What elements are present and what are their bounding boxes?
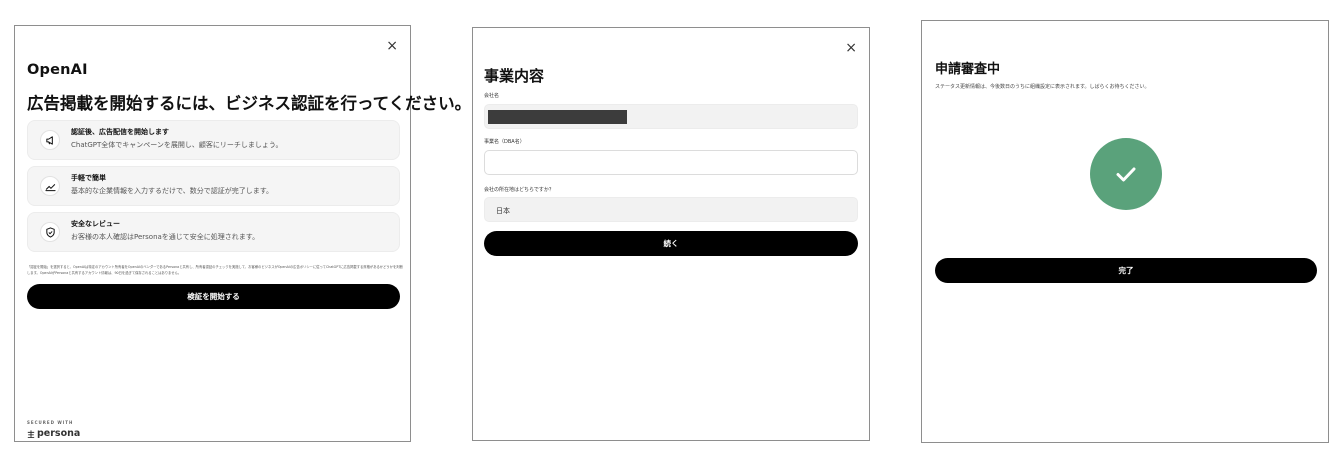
feature-desc: 基本的な企業情報を入力するだけで、数分で認証が完了します。	[71, 187, 274, 195]
company-name-label: 会社名	[484, 93, 500, 99]
feature-card-secure: 安全なレビュー お客様の本人確認はPersonaを通じて安全に処理されます。	[27, 212, 400, 252]
country-field[interactable]: 日本	[484, 197, 858, 222]
verification-intro-panel: × OpenAI 広告掲載を開始するには、ビジネス認証を行ってください。 認証後…	[14, 25, 472, 442]
country-label: 会社の所在地はどちらですか？	[484, 187, 554, 193]
start-verification-button[interactable]: 検証を開始する	[27, 284, 400, 309]
continue-button[interactable]: 続く	[484, 231, 858, 256]
megaphone-icon	[40, 130, 60, 150]
feature-card-ads: 認証後、広告配信を開始します ChatGPT全体でキャンペーンを展開し、顧客にリ…	[27, 120, 400, 160]
checkmark-icon	[1090, 138, 1162, 210]
page-title: 広告掲載を開始するには、ビジネス認証を行ってください。	[27, 94, 472, 113]
review-pending-panel: 申請審査中 ステータス更新情報は、今後数日のうちに組織設定に表示されます。しばら…	[921, 20, 1329, 443]
feature-desc: お客様の本人確認はPersonaを通じて安全に処理されます。	[71, 233, 260, 241]
business-details-panel: × 事業内容 会社名 事業名（DBA名） 会社の所在地はどちらですか？ 日本 続…	[472, 27, 870, 441]
close-icon[interactable]: ×	[845, 41, 857, 55]
dba-name-field[interactable]	[484, 150, 858, 175]
feature-card-easy: 手軽で簡単 基本的な企業情報を入力するだけで、数分で認証が完了します。	[27, 166, 400, 206]
company-name-field[interactable]	[484, 104, 858, 129]
close-icon[interactable]: ×	[386, 39, 398, 53]
feature-title: 手軽で簡単	[71, 174, 106, 182]
shield-check-icon	[40, 222, 60, 242]
page-title: 事業内容	[484, 67, 545, 85]
redacted-value	[488, 110, 627, 124]
page-title: 申請審査中	[935, 62, 1001, 77]
consent-disclaimer: 「認証を開始」を選択すると、OpenAIは特定のアカウント所有者をOpenAIの…	[27, 265, 403, 275]
secured-with-label: SECURED WITH	[27, 420, 74, 425]
persona-logo: persona	[27, 428, 80, 439]
feature-title: 認証後、広告配信を開始します	[71, 128, 169, 136]
status-message: ステータス更新情報は、今後数日のうちに組織設定に表示されます。しばらくお待ちくだ…	[935, 84, 1150, 90]
dba-name-label: 事業名（DBA名）	[484, 139, 525, 145]
feature-desc: ChatGPT全体でキャンペーンを展開し、顧客にリーチしましょう。	[71, 141, 283, 149]
country-value: 日本	[496, 207, 510, 215]
done-button[interactable]: 完了	[935, 258, 1317, 283]
persona-mark-icon	[27, 429, 35, 438]
brand-logo: OpenAI	[27, 62, 88, 78]
persona-wordmark: persona	[37, 428, 81, 439]
trend-chart-icon	[40, 176, 60, 196]
feature-title: 安全なレビュー	[71, 220, 120, 228]
